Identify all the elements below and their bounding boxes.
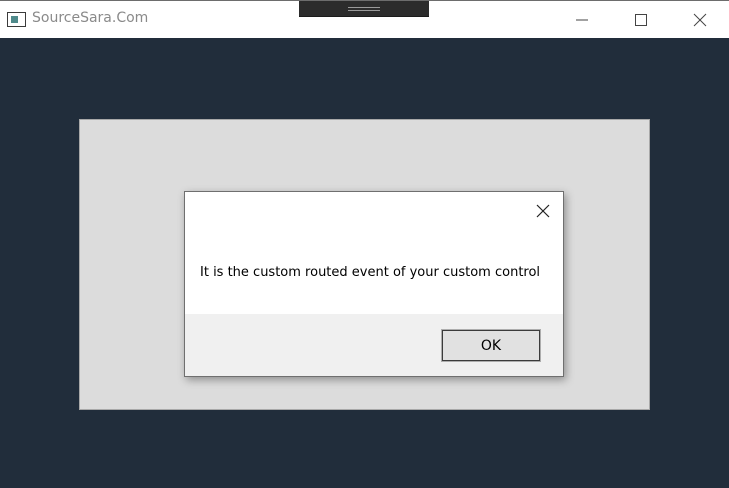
ok-button[interactable]: OK (441, 329, 541, 362)
maximize-icon (635, 14, 647, 26)
close-icon (536, 204, 550, 218)
app-icon (7, 12, 26, 27)
message-dialog: It is the custom routed event of your cu… (184, 191, 564, 377)
window-title: SourceSara.Com (32, 10, 149, 26)
minimize-icon (576, 19, 588, 21)
drag-handle[interactable] (299, 1, 429, 17)
dialog-footer: OK (185, 314, 563, 376)
dialog-close-button[interactable] (532, 200, 554, 222)
maximize-button[interactable] (612, 1, 670, 39)
dialog-message: It is the custom routed event of your cu… (200, 265, 541, 280)
close-button[interactable] (671, 1, 729, 39)
title-bar[interactable]: SourceSara.Com (0, 0, 729, 38)
minimize-button[interactable] (553, 1, 611, 39)
close-icon (693, 13, 707, 27)
